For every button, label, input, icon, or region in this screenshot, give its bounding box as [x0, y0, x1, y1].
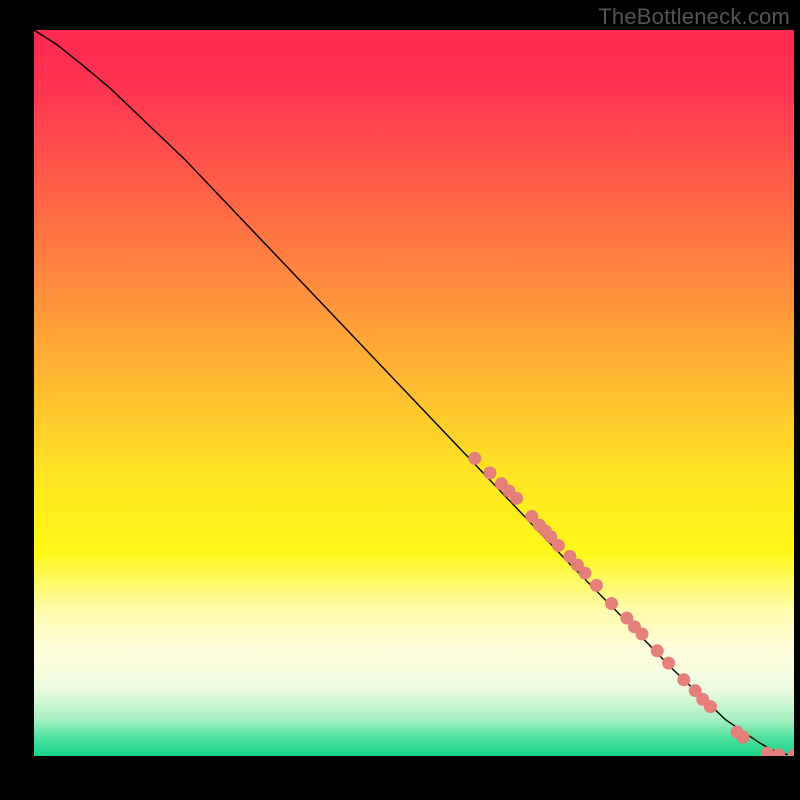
data-point: [651, 644, 664, 657]
data-point: [468, 452, 481, 465]
data-point: [605, 597, 618, 610]
data-point: [662, 657, 675, 670]
watermark-text: TheBottleneck.com: [598, 4, 790, 30]
data-point: [579, 567, 592, 580]
data-point: [737, 731, 750, 744]
chart-svg: [34, 30, 794, 756]
data-point: [636, 628, 649, 641]
data-point: [484, 466, 497, 479]
plot-area: [34, 30, 794, 756]
data-point: [590, 579, 603, 592]
data-point: [677, 673, 690, 686]
chart-frame: TheBottleneck.com: [0, 0, 800, 800]
gradient-background: [34, 30, 794, 756]
data-point: [552, 539, 565, 552]
data-point: [704, 700, 717, 713]
data-point: [510, 492, 523, 505]
